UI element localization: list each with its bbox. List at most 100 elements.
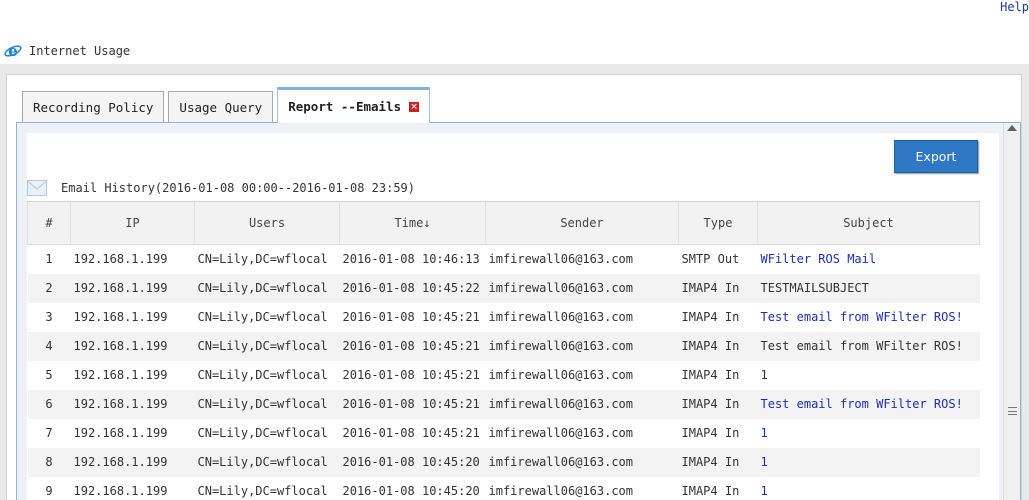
- cell-time: 2016-01-08 10:45:22: [339, 273, 486, 303]
- column-header-subject[interactable]: Subject: [757, 201, 980, 245]
- cell-subject: Test email from WFilter ROS!: [757, 331, 980, 361]
- close-icon[interactable]: ×: [409, 101, 420, 112]
- cell-type: SMTP Out: [681, 252, 740, 267]
- help-link[interactable]: Help: [1000, 0, 1029, 14]
- column-header-time[interactable]: Time↓: [339, 201, 486, 245]
- scroll-up-arrow-icon[interactable]: [1007, 125, 1017, 131]
- cell-number: 5: [45, 368, 53, 382]
- tab-recording-policy[interactable]: Recording Policy: [22, 91, 165, 122]
- cell-ip: 192.168.1.199: [73, 252, 168, 267]
- cell-subject: 1: [760, 368, 768, 382]
- table-row[interactable]: 1 192.168.1.199 CN=Lily,DC=wflocal 2016-01-…: [28, 245, 980, 274]
- table-row[interactable]: 5 192.168.1.199 CN=Lily,DC=wflocal 2016-01-…: [28, 361, 980, 390]
- cell-subject[interactable]: WFilter ROS Mail: [758, 245, 980, 274]
- cell-ip: 192.168.1.199: [73, 426, 168, 440]
- ie-icon: e: [4, 42, 22, 60]
- column-header-ip[interactable]: IP: [70, 201, 195, 245]
- table-row[interactable]: 8 192.168.1.199 CN=Lily,DC=wflocal 2016-01-…: [27, 447, 980, 477]
- cell-subject[interactable]: 1: [757, 447, 980, 477]
- cell-sender: imfirewall06@163.com: [485, 331, 679, 361]
- tab-bar: Recording Policy Usage Query Report --Em…: [22, 87, 434, 123]
- cell-type: IMAP4 In: [681, 426, 740, 440]
- cell-number: 1: [45, 252, 53, 267]
- cell-subject[interactable]: 1: [758, 477, 980, 500]
- cell-subject[interactable]: Test email from WFilter ROS!: [758, 303, 980, 332]
- column-header-users[interactable]: Users: [194, 201, 340, 245]
- column-header-type[interactable]: Type: [678, 201, 758, 245]
- table-row[interactable]: 6 192.168.1.199 CN=Lily,DC=wflocal 2016-01-…: [27, 389, 980, 419]
- table-row[interactable]: 3 192.168.1.199 CN=Lily,DC=wflocal 2016-01-…: [28, 303, 980, 332]
- main-panel: Recording Policy Usage Query Report --Em…: [0, 64, 1029, 500]
- cell-ip: 192.168.1.199: [70, 273, 195, 303]
- email-history-header: Email History(2016-01-08 00:00--2016-01-…: [27, 177, 415, 199]
- cell-subject[interactable]: 1: [758, 419, 980, 448]
- table-row[interactable]: 4 192.168.1.199 CN=Lily,DC=wflocal 2016-01-…: [27, 331, 980, 361]
- cell-type: IMAP4 In: [681, 310, 740, 324]
- cell-user: CN=Lily,DC=wflocal: [194, 273, 340, 303]
- cell-type: IMAP4 In: [678, 389, 758, 419]
- cell-ip: 192.168.1.199: [70, 447, 195, 477]
- cell-ip: 192.168.1.199: [73, 368, 168, 382]
- cell-type: IMAP4 In: [681, 484, 740, 498]
- table-row[interactable]: 9 192.168.1.199 CN=Lily,DC=wflocal 2016-01-…: [28, 477, 980, 500]
- tab-usage-query[interactable]: Usage Query: [168, 91, 274, 122]
- table-row[interactable]: 2 192.168.1.199 CN=Lily,DC=wflocal 2016-01-…: [27, 273, 980, 303]
- tab-report-emails[interactable]: Report --Emails ×: [277, 87, 431, 123]
- cell-sender: imfirewall06@163.com: [488, 368, 634, 382]
- cell-sender: imfirewall06@163.com: [488, 484, 634, 498]
- scroll-thumb-grip-icon[interactable]: [1008, 407, 1017, 415]
- cell-sender: imfirewall06@163.com: [488, 310, 634, 324]
- table-row[interactable]: 7 192.168.1.199 CN=Lily,DC=wflocal 2016-01-…: [28, 419, 980, 448]
- cell-type: IMAP4 In: [678, 331, 758, 361]
- cell-user: CN=Lily,DC=wflocal: [197, 310, 328, 324]
- cell-type: IMAP4 In: [678, 273, 758, 303]
- cell-user: CN=Lily,DC=wflocal: [194, 331, 340, 361]
- cell-time: 2016-01-08 10:45:20: [339, 447, 486, 477]
- cell-time: 2016-01-08 10:45:21: [339, 331, 486, 361]
- cell-number: 4: [27, 331, 71, 361]
- cell-sender: imfirewall06@163.com: [485, 447, 679, 477]
- cell-user: CN=Lily,DC=wflocal: [194, 389, 340, 419]
- tab-container: Recording Policy Usage Query Report --Em…: [6, 74, 1022, 500]
- cell-subject: TESTMAILSUBJECT: [757, 273, 980, 303]
- export-button[interactable]: Export: [894, 140, 978, 173]
- column-header-sender[interactable]: Sender: [485, 201, 679, 245]
- vertical-scrollbar[interactable]: [1003, 123, 1020, 500]
- tab-label: Report --Emails: [288, 99, 402, 114]
- cell-sender: imfirewall06@163.com: [485, 389, 679, 419]
- cell-ip: 192.168.1.199: [70, 331, 195, 361]
- cell-number: 6: [27, 389, 71, 419]
- cell-user: CN=Lily,DC=wflocal: [197, 368, 328, 382]
- cell-user: CN=Lily,DC=wflocal: [197, 484, 328, 498]
- app-title: Internet Usage: [29, 44, 131, 58]
- mail-icon: [27, 180, 47, 196]
- cell-time: 2016-01-08 10:45:21: [342, 426, 480, 440]
- cell-ip: 192.168.1.199: [70, 389, 195, 419]
- tab-label: Recording Policy: [33, 99, 154, 115]
- cell-time: 2016-01-08 10:45:21: [339, 389, 486, 419]
- cell-number: 3: [45, 310, 53, 324]
- cell-number: 9: [45, 484, 53, 498]
- cell-time: 2016-01-08 10:45:21: [342, 368, 480, 382]
- cell-type: IMAP4 In: [678, 447, 758, 477]
- tab-label: Usage Query: [179, 99, 263, 115]
- svg-text:e: e: [8, 42, 18, 60]
- email-history-label: Email History(2016-01-08 00:00--2016-01-…: [61, 181, 416, 195]
- column-header-number[interactable]: #: [27, 201, 71, 245]
- cell-user: CN=Lily,DC=wflocal: [197, 426, 328, 440]
- app-header: e Internet Usage: [4, 40, 130, 62]
- cell-time: 2016-01-08 10:45:20: [342, 484, 480, 498]
- cell-number: 8: [27, 447, 71, 477]
- cell-subject[interactable]: Test email from WFilter ROS!: [757, 389, 980, 419]
- cell-ip: 192.168.1.199: [73, 484, 168, 498]
- table-header-row: # IP Users Time↓ Sender Type Subject: [27, 201, 980, 245]
- cell-sender: imfirewall06@163.com: [485, 273, 679, 303]
- cell-sender: imfirewall06@163.com: [488, 426, 634, 440]
- cell-user: CN=Lily,DC=wflocal: [197, 252, 328, 267]
- cell-user: CN=Lily,DC=wflocal: [194, 447, 340, 477]
- cell-ip: 192.168.1.199: [73, 310, 168, 324]
- cell-number: 2: [27, 273, 71, 303]
- report-frame: Export Email History(2016-01-08 00:00--2…: [16, 122, 1021, 500]
- cell-time: 2016-01-08 10:45:21: [342, 310, 480, 324]
- cell-number: 7: [45, 426, 53, 440]
